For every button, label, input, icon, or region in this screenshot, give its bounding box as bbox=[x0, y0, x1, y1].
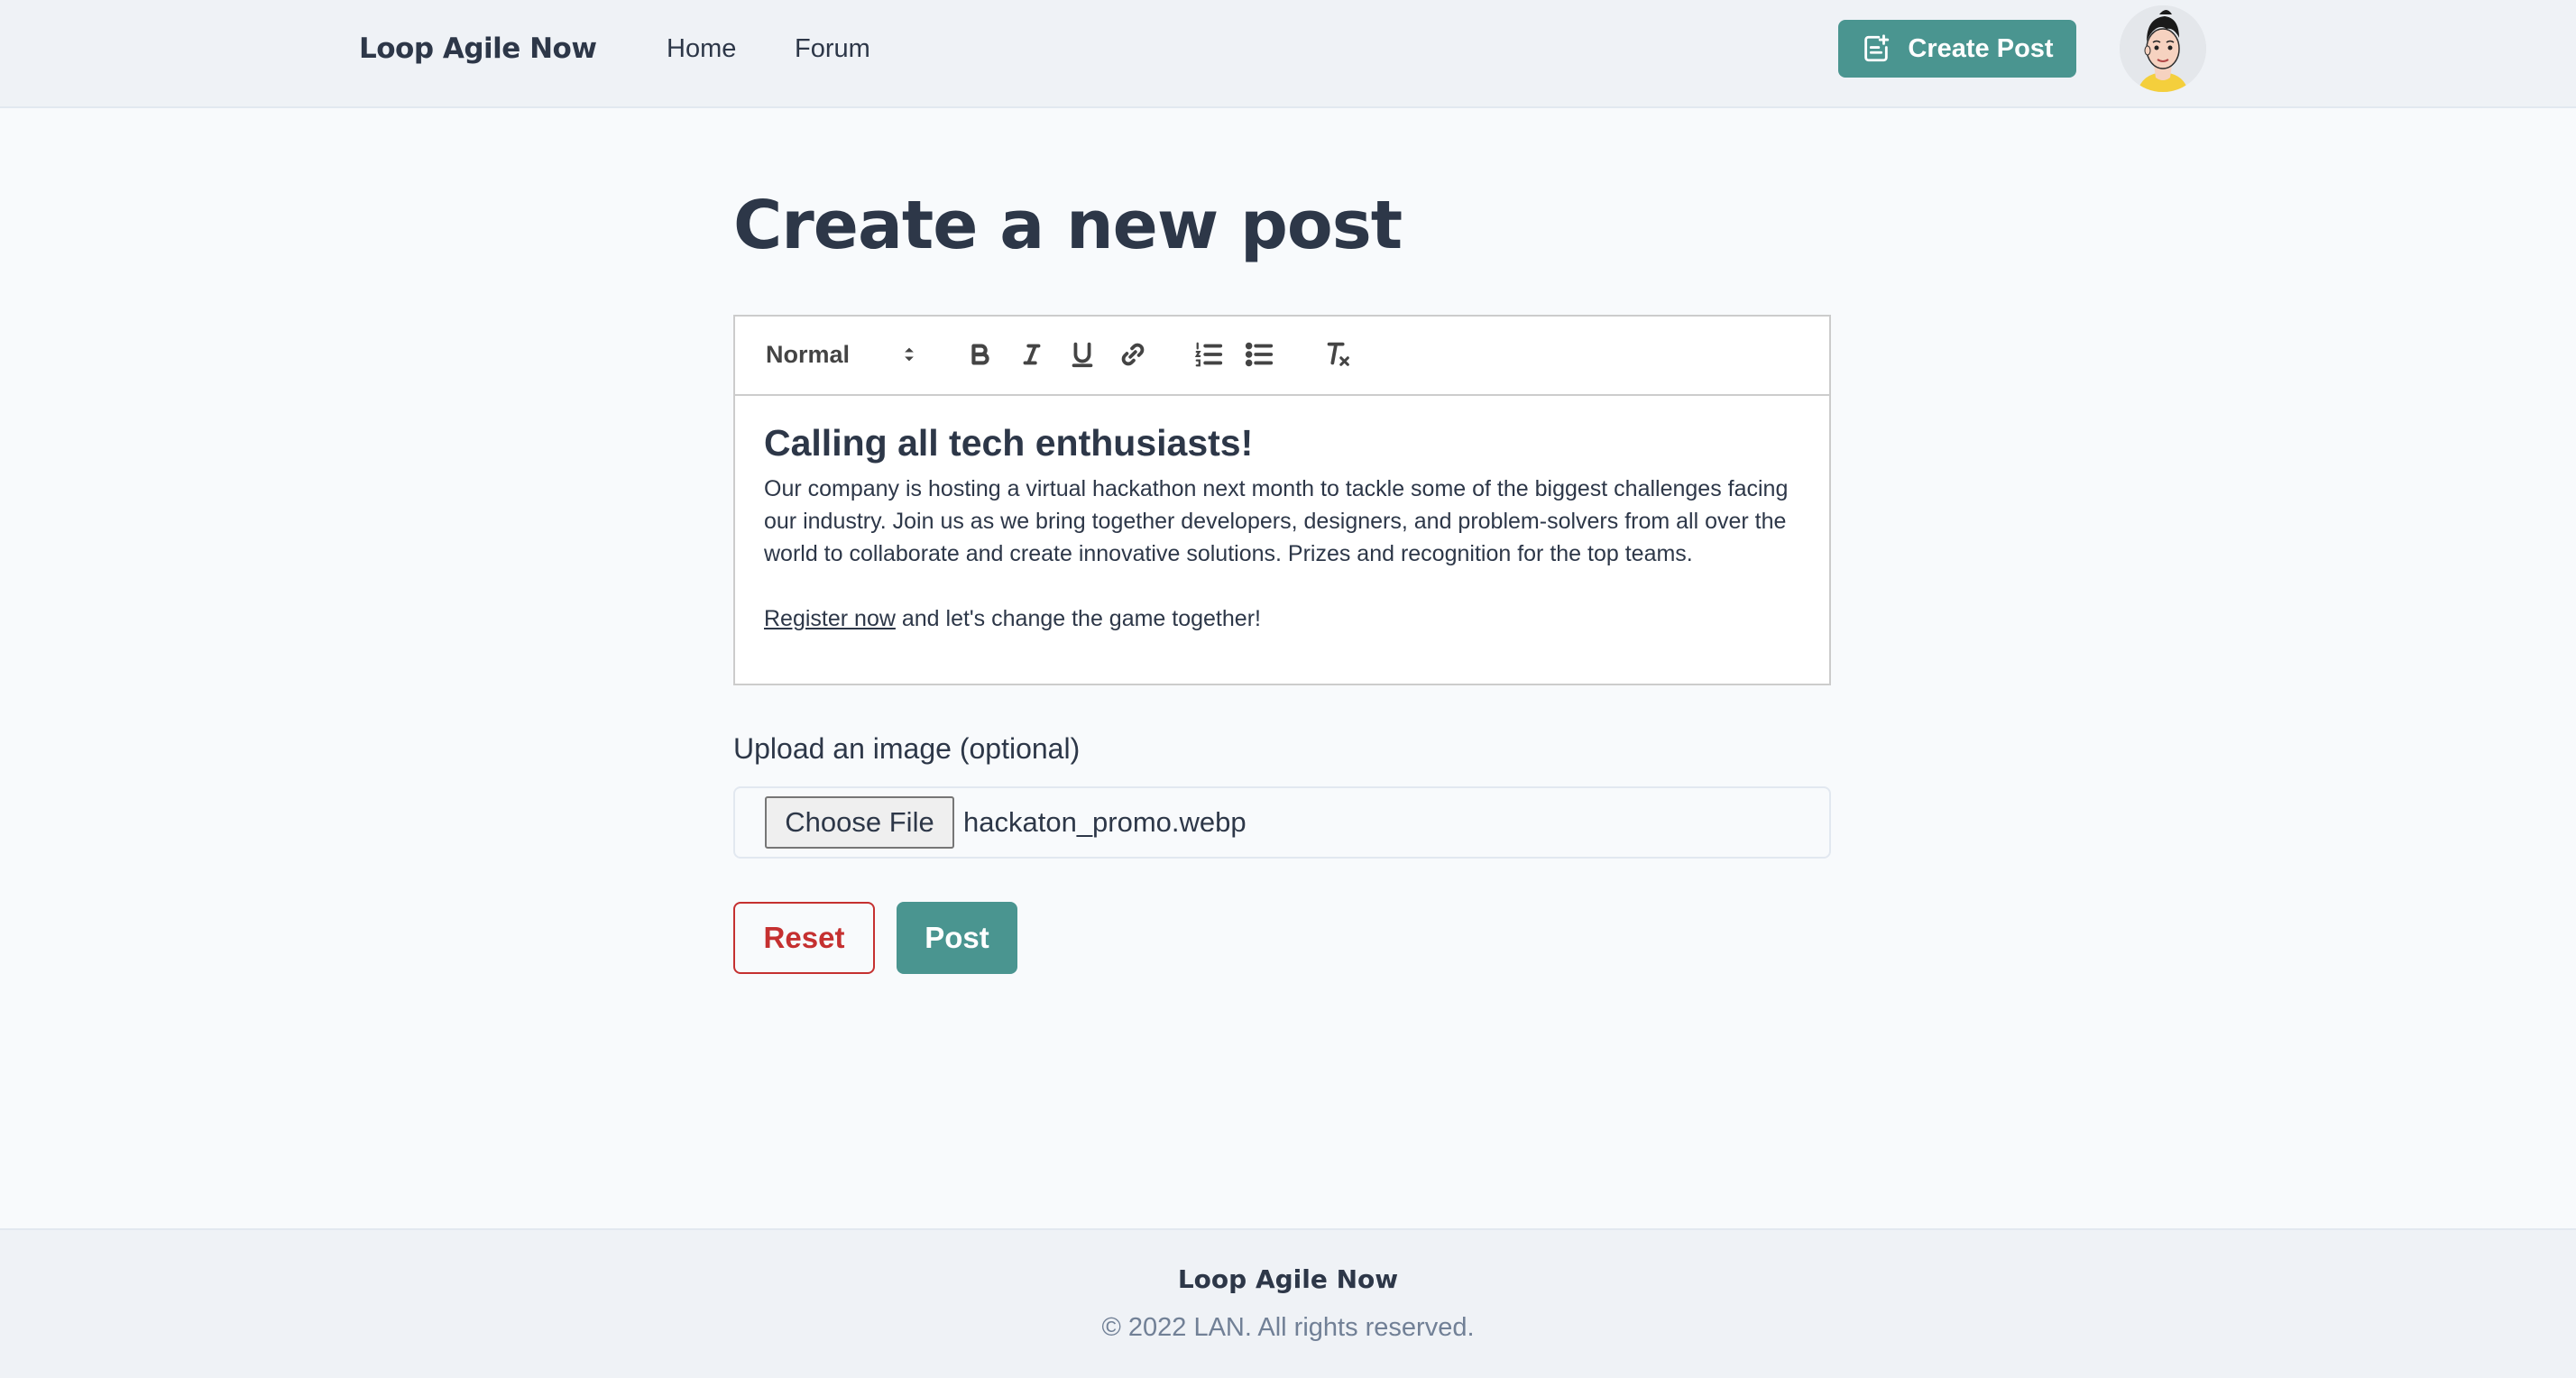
underline-button[interactable] bbox=[1064, 336, 1100, 372]
bold-icon bbox=[971, 344, 989, 365]
create-post-button[interactable]: Create Post bbox=[1838, 20, 2076, 78]
user-avatar[interactable] bbox=[2120, 5, 2206, 92]
bullet-list-button[interactable] bbox=[1241, 336, 1277, 372]
footer-brand: Loop Agile Now bbox=[1177, 1264, 1399, 1294]
italic-button[interactable] bbox=[1014, 336, 1050, 372]
upload-image-label: Upload an image (optional) bbox=[733, 732, 1081, 765]
choose-file-button[interactable]: Choose File bbox=[765, 796, 954, 849]
clear-format-icon bbox=[1327, 342, 1349, 366]
editor-content-area[interactable]: Calling all tech enthusiasts! Our compan… bbox=[764, 422, 1801, 635]
footer-copyright: © 2022 LAN. All rights reserved. bbox=[1101, 1313, 1475, 1342]
brand-logo[interactable]: Loop Agile Now bbox=[359, 0, 597, 97]
bold-button[interactable] bbox=[962, 336, 998, 372]
header-format-value: Normal bbox=[766, 340, 851, 368]
reset-button[interactable]: Reset bbox=[733, 902, 875, 974]
ordered-list-icon bbox=[1194, 342, 1223, 367]
link-icon bbox=[1121, 343, 1145, 366]
top-navbar: Loop Agile Now Home Forum Create Post bbox=[0, 0, 2576, 108]
rich-text-editor: Normal Calling all tech enthusiasts! Our… bbox=[733, 315, 1831, 685]
select-arrows-icon bbox=[905, 347, 914, 362]
page-title: Create a new post bbox=[733, 187, 1403, 264]
underline-icon bbox=[1072, 342, 1093, 368]
post-cta-text: and let's change the game together! bbox=[895, 606, 1261, 632]
post-cta-line: Register now and let's change the game t… bbox=[764, 602, 1801, 635]
selected-file-name: hackaton_promo.webp bbox=[963, 806, 1247, 838]
post-heading: Calling all tech enthusiasts! bbox=[764, 422, 1254, 464]
header-format-select[interactable]: Normal bbox=[766, 336, 919, 372]
register-now-link[interactable]: Register now bbox=[764, 606, 896, 631]
clear-format-button[interactable] bbox=[1320, 336, 1356, 372]
bullet-list-icon bbox=[1245, 342, 1274, 367]
post-button[interactable]: Post bbox=[897, 902, 1017, 974]
note-add-icon bbox=[1864, 34, 1890, 62]
avatar-illustration-icon bbox=[2120, 5, 2206, 92]
page-footer: Loop Agile Now © 2022 LAN. All rights re… bbox=[0, 1228, 2576, 1378]
ordered-list-button[interactable] bbox=[1191, 336, 1227, 372]
post-paragraph: Our company is hosting a virtual hackath… bbox=[764, 476, 1789, 567]
image-file-input[interactable]: Choose File hackaton_promo.webp bbox=[733, 786, 1831, 859]
link-button[interactable] bbox=[1115, 336, 1151, 372]
nav-forum-link[interactable]: Forum bbox=[795, 0, 870, 97]
editor-toolbar: Normal bbox=[735, 317, 1829, 396]
italic-icon bbox=[1023, 344, 1041, 365]
create-post-label: Create Post bbox=[1908, 33, 2054, 63]
nav-home-link[interactable]: Home bbox=[667, 0, 736, 97]
